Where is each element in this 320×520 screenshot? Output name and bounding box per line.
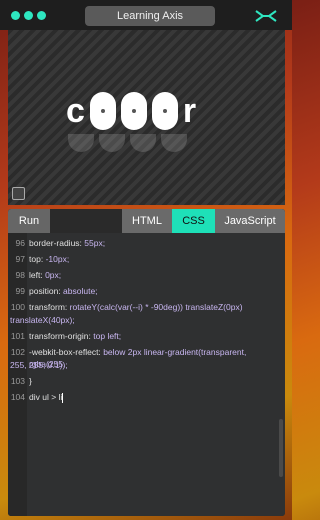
expand-icon[interactable] [12, 187, 25, 200]
run-button[interactable]: Run [8, 209, 50, 233]
preview-pill-1 [89, 92, 116, 130]
code-editor[interactable]: 96 border-radius: 55px; 97 top: -10px; 9… [8, 233, 285, 516]
scrollbar[interactable] [279, 419, 283, 477]
title-bar: Learning Axis [0, 0, 292, 30]
preview-reflection [68, 134, 187, 154]
tab-html[interactable]: HTML [122, 209, 172, 233]
preview-pane: c r [8, 30, 285, 205]
editor-tabs: Run HTML CSS JavaScript [8, 209, 285, 233]
preview-pill-2 [120, 92, 147, 130]
preview-text: c r [66, 88, 196, 134]
window-controls [11, 11, 46, 20]
close-dot[interactable] [11, 11, 20, 20]
text-cursor [62, 392, 64, 403]
crossed-arrows-icon[interactable] [254, 8, 278, 24]
tab-javascript[interactable]: JavaScript [215, 209, 285, 233]
preview-letter-r: r [182, 92, 197, 130]
tab-css[interactable]: CSS [172, 209, 215, 233]
preview-letter-c: c [66, 92, 85, 130]
minimize-dot[interactable] [24, 11, 33, 20]
preview-pill-3 [151, 92, 178, 130]
window-title: Learning Axis [85, 6, 215, 26]
editor-panel: Run HTML CSS JavaScript 96 border-radius… [8, 209, 285, 516]
maximize-dot[interactable] [37, 11, 46, 20]
